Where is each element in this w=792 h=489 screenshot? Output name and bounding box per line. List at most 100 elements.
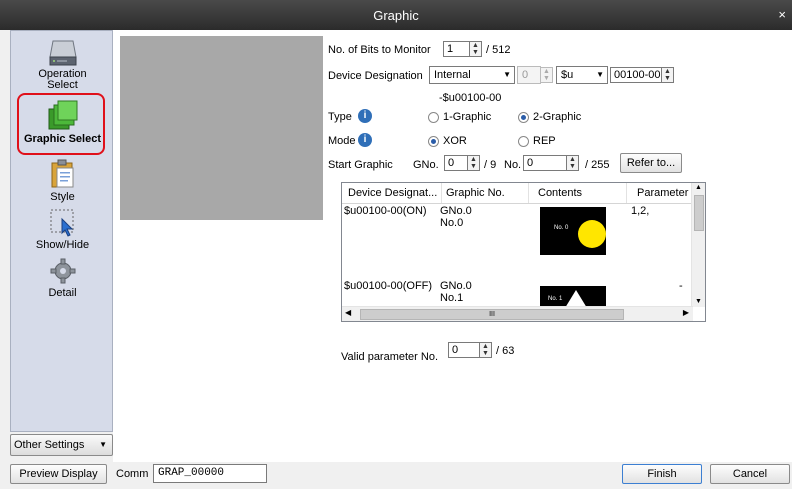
type-2-graphic-radio[interactable] [518, 112, 529, 123]
gno-cell: GNo.0 [440, 280, 472, 292]
sidebar-item-operation-select[interactable]: Operation Select [11, 39, 114, 91]
param-cell: - [679, 280, 683, 292]
mode-rep-radio[interactable] [518, 136, 529, 147]
sidebar-item-label: Style [50, 191, 75, 203]
preview-display-button[interactable]: Preview Display [10, 464, 107, 484]
valid-parameter-stepper[interactable]: ▲ ▼ [479, 342, 492, 358]
type-1-graphic-radio[interactable] [428, 112, 439, 123]
clipboard-icon [51, 159, 73, 188]
scroll-thumb[interactable] [694, 195, 704, 231]
finish-button[interactable]: Finish [622, 464, 702, 484]
other-settings-button[interactable]: Other Settings ▼ [10, 434, 113, 456]
scroll-thumb[interactable]: III [360, 309, 624, 320]
chevron-down-icon: ▼ [99, 440, 107, 449]
thumbnail-label: No. 0 [554, 225, 569, 231]
column-header[interactable]: Contents [538, 187, 582, 199]
gno-cell: GNo.0 [440, 205, 472, 217]
scroll-right-icon[interactable]: ▶ [683, 308, 689, 317]
column-header[interactable]: Graphic No. [446, 187, 505, 199]
chevron-down-icon: ▼ [503, 70, 511, 79]
scroll-up-icon[interactable]: ▲ [692, 183, 705, 193]
cancel-button[interactable]: Cancel [710, 464, 790, 484]
type-2-graphic-label: 2-Graphic [533, 111, 582, 123]
valid-parameter-label: Valid parameter No. [341, 351, 439, 363]
bottom-bar: Preview Display Comm GRAP_00000 Finish C… [0, 462, 792, 489]
mode-label: Mode [328, 135, 356, 147]
bits-input[interactable]: 1 [443, 41, 470, 57]
no-cell: No.0 [440, 217, 464, 229]
chevron-down-icon: ▼ [596, 70, 604, 79]
scroll-grip: III [489, 311, 495, 318]
bits-stepper[interactable]: ▲ ▼ [469, 41, 482, 57]
refer-to-button[interactable]: Refer to... [620, 153, 682, 173]
device-label: Device Designation [328, 70, 423, 82]
device-cell: $u00100-00(ON) [344, 205, 427, 217]
no-cell: No.1 [440, 292, 464, 304]
no-stepper[interactable]: ▲ ▼ [566, 155, 579, 171]
sidebar-item-detail[interactable]: Detail [11, 257, 114, 299]
horizontal-scrollbar[interactable]: ◀ III ▶ [342, 306, 693, 321]
window-title: Graphic [373, 8, 419, 23]
gno-stepper[interactable]: ▲ ▼ [467, 155, 480, 171]
thumbnail-label: No. 1 [548, 296, 563, 302]
sidebar-item-label: Detail [48, 287, 77, 299]
sidebar-item-style[interactable]: Style [11, 159, 114, 203]
device-number-stepper: ▲ ▼ [540, 67, 553, 83]
device-type-value: $u [561, 69, 574, 81]
info-icon[interactable]: i [358, 133, 372, 147]
param-cell: 1,2, [631, 205, 650, 217]
column-header[interactable]: Parameter I [637, 187, 694, 199]
gno-input[interactable]: 0 [444, 155, 468, 171]
info-icon[interactable]: i [358, 109, 372, 123]
start-graphic-label: Start Graphic [328, 159, 393, 171]
sidebar: Operation Select Graphic Select Style Sh… [10, 30, 113, 432]
device-select-value: Internal [434, 69, 471, 81]
main-panel: No. of Bits to Monitor 1 ▲ ▼ / 512 Device… [113, 30, 792, 462]
other-settings-label: Other Settings [14, 439, 85, 451]
no-input[interactable]: 0 [523, 155, 567, 171]
vertical-scrollbar[interactable]: ▲ ▼ [691, 183, 705, 307]
sidebar-item-show-hide[interactable]: Show/Hide [11, 207, 114, 251]
drive-icon [48, 40, 77, 66]
sidebar-item-label: Show/Hide [35, 239, 90, 251]
mode-xor-label: XOR [443, 135, 467, 147]
bits-label: No. of Bits to Monitor [328, 44, 431, 56]
comm-input[interactable]: GRAP_00000 [153, 464, 267, 483]
gear-icon [50, 258, 75, 284]
cursor-select-icon [50, 209, 73, 237]
scroll-left-icon[interactable]: ◀ [345, 308, 351, 317]
comm-label: Comm [116, 468, 149, 480]
device-number-input: 0 [517, 66, 541, 84]
graphic-thumbnail: No. 1 [540, 286, 606, 308]
scroll-down-icon[interactable]: ▼ [692, 298, 705, 305]
no-label: No. [504, 159, 522, 171]
column-divider [528, 183, 529, 203]
device-address-stepper[interactable]: ▲ ▼ [661, 67, 674, 83]
table-header: Device Designat... Graphic No. Contents … [342, 183, 694, 204]
device-cell: $u00100-00(OFF) [344, 280, 433, 292]
valid-parameter-max: / 63 [496, 345, 515, 357]
valid-parameter-input[interactable]: 0 [448, 342, 480, 358]
graphic-table: Device Designat... Graphic No. Contents … [341, 182, 706, 322]
mode-rep-label: REP [533, 135, 556, 147]
device-select[interactable]: Internal ▼ [429, 66, 515, 84]
type-1-graphic-label: 1-Graphic [443, 111, 492, 123]
title-bar: Graphic × [0, 0, 792, 30]
sidebar-item-label: Operation Select [38, 68, 87, 91]
device-type-select[interactable]: $u ▼ [556, 66, 608, 84]
close-icon[interactable]: × [778, 7, 786, 22]
type-label: Type [328, 111, 352, 123]
column-divider [626, 183, 627, 203]
column-header[interactable]: Device Designat... [348, 187, 437, 199]
column-divider [441, 183, 442, 203]
no-max: / 255 [585, 159, 610, 171]
bits-max: / 512 [486, 44, 511, 56]
circle-graphic [578, 220, 606, 248]
device-address-text: -$u00100-00 [439, 92, 502, 104]
device-address-input[interactable]: 00100-00 [610, 67, 662, 83]
graphic-preview [120, 36, 323, 220]
gno-label: GNo. [413, 159, 439, 171]
selected-item-highlight [17, 93, 105, 155]
gno-max: / 9 [484, 159, 497, 171]
mode-xor-radio[interactable] [428, 136, 439, 147]
